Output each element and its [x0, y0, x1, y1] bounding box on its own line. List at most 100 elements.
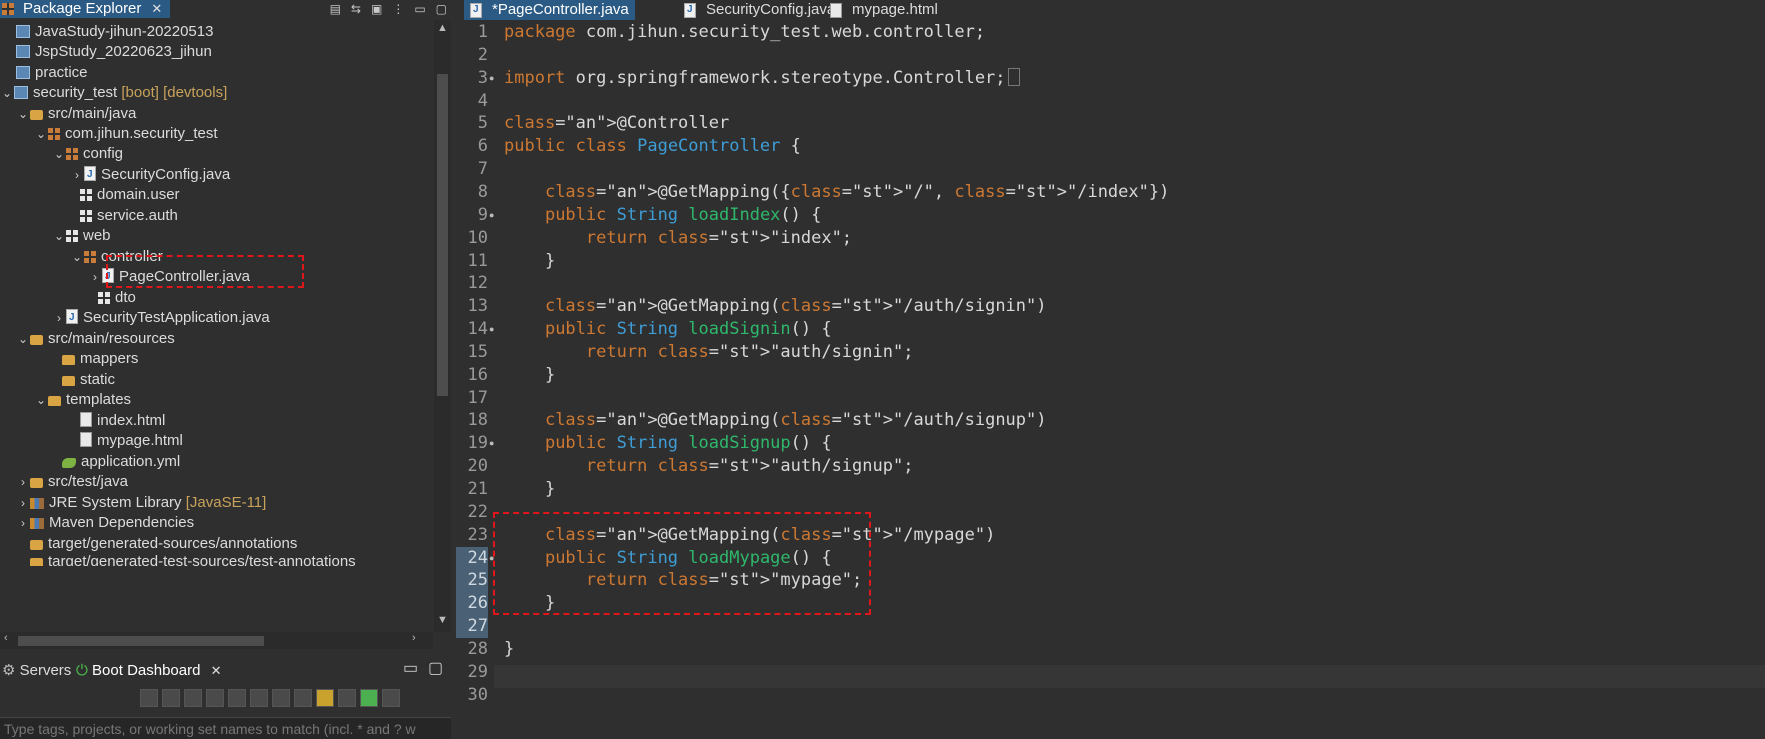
chevron-down-icon[interactable]: ⌄ [34, 389, 48, 412]
code-line[interactable]: public String loadSignup() { [504, 432, 832, 455]
tree-item-source-folder[interactable]: target/generated-test-sources/test-annot… [16, 552, 356, 566]
package-icon [80, 210, 92, 222]
tree-item-package[interactable]: ⌄ web [52, 224, 111, 247]
properties-icon[interactable] [294, 689, 312, 707]
code-line[interactable]: class="an">@GetMapping(class="st">"/auth… [504, 409, 1047, 432]
chevron-down-icon[interactable]: ⌄ [34, 123, 48, 146]
java-file-icon [66, 306, 78, 329]
scrollbar-thumb[interactable] [18, 636, 264, 646]
lightbulb-icon[interactable] [316, 689, 334, 707]
tab-security-config[interactable]: SecurityConfig.java [684, 0, 835, 20]
line-number: 5 [477, 113, 488, 134]
edit-icon[interactable] [272, 689, 290, 707]
tab-mypage-html[interactable]: mypage.html [830, 0, 938, 20]
fold-marker-icon[interactable]: ● [489, 67, 494, 90]
tree-item-project-security-test[interactable]: ⌄ security_test [boot] [devtools] [0, 81, 227, 104]
scrollbar-thumb[interactable] [437, 74, 448, 396]
line-number: 9 [477, 204, 488, 225]
code-line[interactable]: package com.jihun.security_test.web.cont… [504, 21, 985, 44]
fold-marker-icon[interactable]: ● [489, 204, 494, 227]
scroll-up-icon[interactable]: ▲ [434, 22, 451, 34]
minimize-icon[interactable]: ▭ [414, 2, 425, 16]
minimize-icon[interactable]: ▭ [403, 659, 418, 679]
view-menu-icon[interactable]: ⋮ [392, 2, 404, 16]
tree-item-folder[interactable]: ⌄ templates [34, 388, 131, 411]
code-line[interactable]: public String loadIndex() { [504, 204, 821, 227]
library-icon [30, 518, 44, 529]
code-line[interactable]: return class="st">"auth/signin"; [504, 341, 914, 364]
code-line[interactable]: } [504, 478, 555, 501]
dashboard-filter-input[interactable]: Type tags, projects, or working set name… [0, 717, 451, 739]
code-line[interactable]: } [504, 250, 555, 273]
explorer-horizontal-scrollbar[interactable]: ‹ › [0, 632, 433, 649]
scroll-left-icon[interactable]: ‹ [4, 632, 8, 644]
folder-icon [62, 376, 75, 386]
explorer-vertical-scrollbar[interactable]: ▲ ▼ [434, 20, 451, 632]
line-number: 22 [467, 501, 488, 522]
package-icon [48, 128, 60, 140]
view-menu-icon[interactable] [382, 689, 400, 707]
chevron-down-icon[interactable]: ⌄ [52, 143, 66, 166]
tree-item-java-file[interactable]: ›SecurityTestApplication.java [52, 306, 270, 329]
code-line[interactable]: public class PageController { [504, 135, 801, 158]
boot-icon: ⏻ [76, 662, 88, 679]
stop-icon[interactable] [184, 689, 202, 707]
package-icon [84, 251, 96, 263]
link-with-editor-icon[interactable]: ⇆ [351, 2, 361, 16]
debug-restart-icon[interactable] [162, 689, 180, 707]
tree-item-project[interactable]: JspStudy_20220623_jihun [16, 40, 212, 63]
code-line[interactable]: import org.springframework.stereotype.Co… [504, 67, 1020, 90]
code-area[interactable]: 1 package com.jihun.security_test.web.con… [456, 21, 1765, 729]
tree-item-library[interactable]: › Maven Dependencies [16, 511, 194, 534]
fold-marker-icon[interactable]: ● [489, 318, 494, 341]
code-line[interactable]: } [504, 638, 514, 661]
line-number: 17 [467, 387, 488, 408]
code-line[interactable]: class="an">@GetMapping({class="st">"/", … [504, 181, 1169, 204]
collapse-all-icon[interactable]: ▤ [330, 2, 341, 16]
line-number: 16 [467, 364, 488, 385]
line-number: 14 [467, 319, 488, 340]
maximize-icon[interactable]: ▢ [428, 659, 443, 679]
package-tree: JavaStudy-jihun-20220513 JspStudy_202206… [0, 20, 433, 632]
close-icon[interactable]: ✕ [151, 0, 162, 18]
console-icon[interactable] [228, 689, 246, 707]
tab-boot-dashboard[interactable]: ⏻ Boot Dashboard ✕ [72, 659, 226, 683]
maximize-icon[interactable]: ▢ [436, 2, 447, 16]
code-line[interactable]: return class="st">"auth/signup"; [504, 455, 914, 478]
chevron-down-icon[interactable]: ⌄ [52, 225, 66, 248]
open-browser-icon[interactable] [206, 689, 224, 707]
focus-icon[interactable]: ▣ [371, 2, 382, 16]
chevron-down-icon[interactable]: ⌄ [0, 82, 14, 105]
fold-marker-icon[interactable]: ● [489, 432, 494, 455]
tree-item-folder[interactable]: mappers [48, 347, 138, 370]
line-number: 8 [477, 181, 488, 202]
add-icon[interactable] [360, 689, 378, 707]
chevron-down-icon[interactable]: ⌄ [16, 103, 30, 126]
tab-servers[interactable]: ⚙ Servers [2, 659, 71, 683]
line-number: 4 [477, 90, 488, 111]
scroll-down-icon[interactable]: ▼ [434, 614, 451, 626]
scroll-right-icon[interactable]: › [412, 632, 416, 644]
package-icon [98, 292, 110, 304]
code-line[interactable]: } [504, 364, 555, 387]
project-icon [16, 66, 30, 79]
code-line[interactable]: class="an">@Controller [504, 112, 729, 135]
tree-item-html-file[interactable]: mypage.html [66, 429, 183, 452]
tab-page-controller[interactable]: *PageController.java [464, 0, 635, 20]
filter-icon[interactable] [338, 689, 356, 707]
code-line[interactable]: return class="st">"index"; [504, 227, 852, 250]
source-folder-icon [30, 110, 43, 120]
chevron-down-icon[interactable]: ⌄ [70, 246, 84, 269]
tree-item-package[interactable]: domain.user [66, 183, 180, 206]
package-icon [66, 148, 78, 160]
tree-item-source-folder[interactable]: › src/test/java [16, 470, 128, 493]
code-line[interactable]: public String loadSignin() { [504, 318, 832, 341]
tree-item-package[interactable]: ⌄ config [52, 142, 123, 165]
chevron-down-icon[interactable]: ⌄ [16, 328, 30, 351]
close-icon[interactable]: ✕ [211, 663, 222, 678]
swap-icon[interactable] [250, 689, 268, 707]
folded-imports-icon[interactable] [1007, 67, 1020, 86]
code-line[interactable]: class="an">@GetMapping(class="st">"/auth… [504, 295, 1047, 318]
restart-icon[interactable] [140, 689, 158, 707]
tab-package-explorer[interactable]: Package Explorer ✕ [0, 0, 171, 18]
